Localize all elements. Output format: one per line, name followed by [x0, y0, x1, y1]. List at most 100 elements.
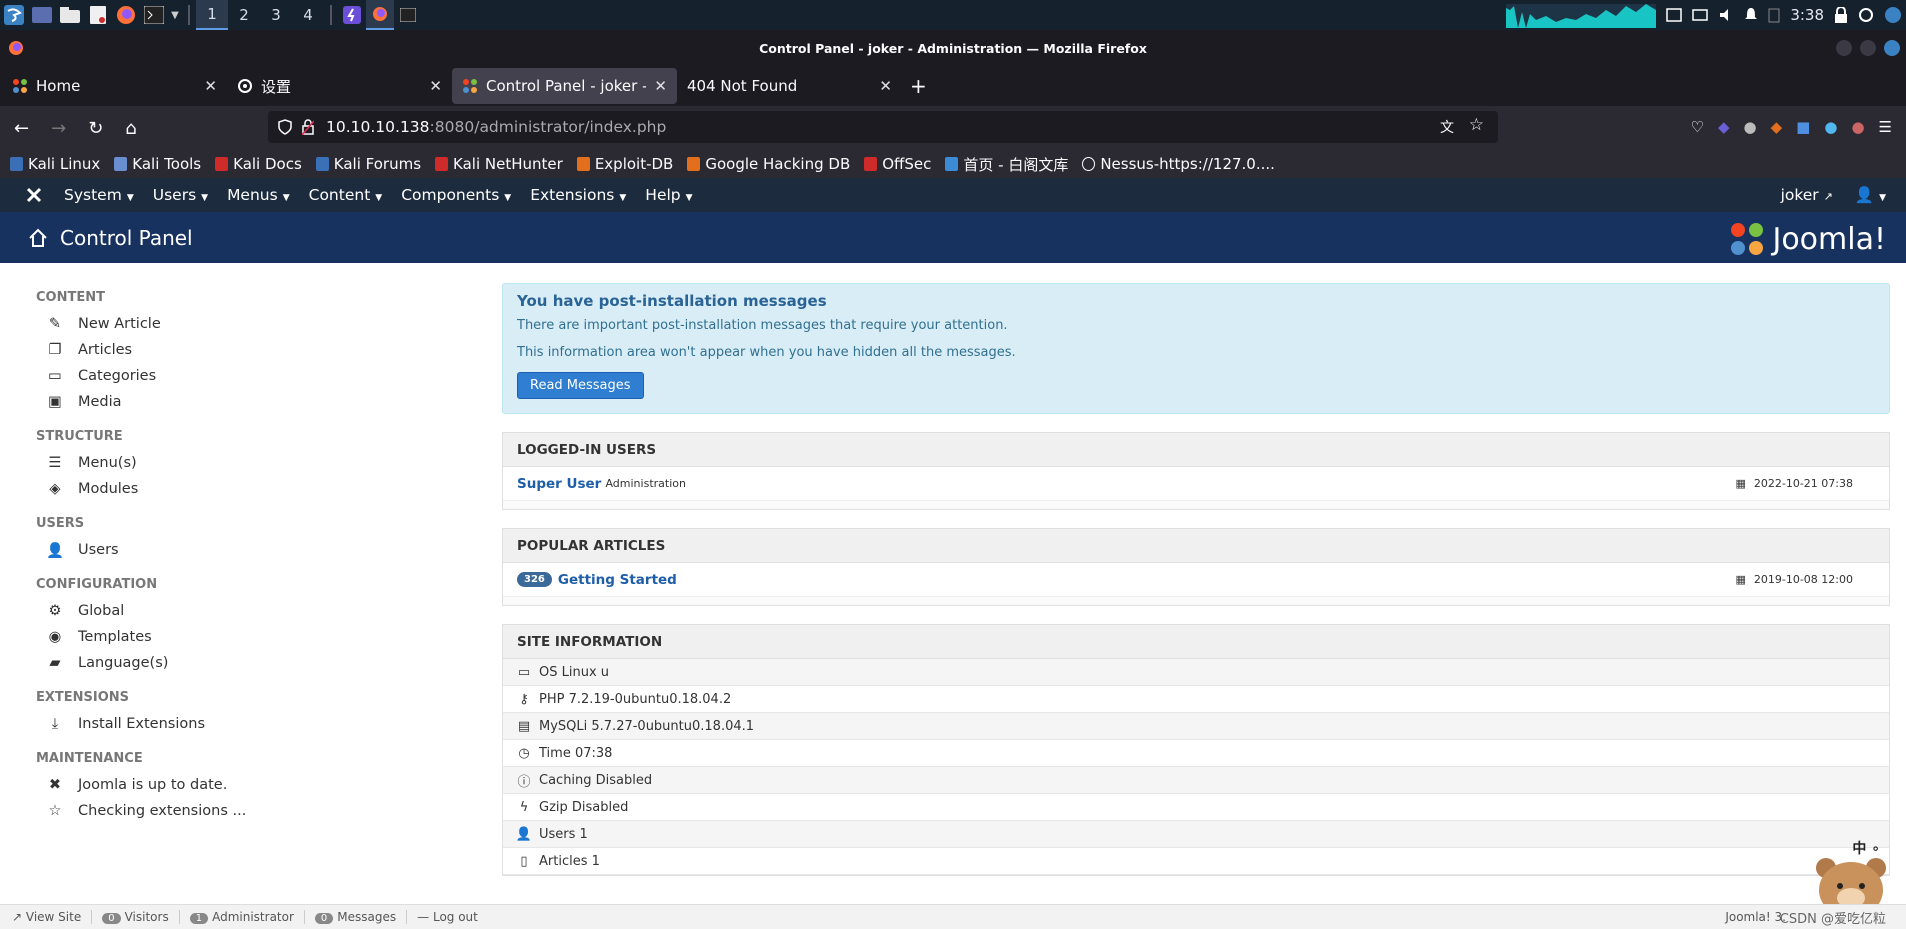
sidebar: CONTENT ✎ New Article ❐ Articles ▭ Categori…: [36, 280, 436, 824]
menu-system[interactable]: System ▼: [64, 186, 134, 204]
close-tab-icon[interactable]: ✕: [879, 77, 892, 95]
sidebar-item-joomla-update[interactable]: ✖ Joomla is up to date.: [36, 772, 436, 798]
insecure-lock-icon[interactable]: [302, 119, 314, 135]
menu-users[interactable]: Users ▼: [153, 186, 208, 204]
article-link[interactable]: Getting Started: [558, 572, 677, 588]
extension-6-icon[interactable]: ●: [1851, 118, 1864, 136]
bookmark-item[interactable]: Kali Tools: [114, 155, 201, 173]
extension-2-icon[interactable]: ●: [1744, 118, 1757, 136]
sidebar-item-new-article[interactable]: ✎ New Article: [36, 311, 436, 337]
new-tab-button[interactable]: +: [910, 74, 927, 98]
kali-menu-icon[interactable]: [0, 0, 28, 30]
window-icon[interactable]: [1666, 8, 1683, 22]
clock[interactable]: 3:38: [1790, 6, 1824, 24]
menu-extensions[interactable]: Extensions ▼: [530, 186, 626, 204]
text-editor-icon[interactable]: [84, 0, 112, 30]
bookmark-item[interactable]: Kali Forums: [315, 155, 421, 173]
sidebar-item-menus[interactable]: ☰ Menu(s): [36, 450, 436, 476]
tab-control-panel[interactable]: Control Panel - joker - Ad ✕: [452, 68, 677, 104]
visitors-link[interactable]: 0 Visitors: [102, 910, 169, 924]
close-tab-icon[interactable]: ✕: [204, 77, 217, 95]
sidebar-item-install-extensions[interactable]: ⤓ Install Extensions: [36, 711, 436, 737]
sidebar-item-media[interactable]: ▣ Media: [36, 389, 436, 415]
power-icon[interactable]: [1884, 6, 1902, 24]
terminal-window-icon[interactable]: [394, 0, 422, 30]
view-site-link[interactable]: ↗ View Site: [12, 910, 81, 924]
menu-content[interactable]: Content ▼: [309, 186, 383, 204]
bookmark-item[interactable]: Exploit-DB: [576, 155, 673, 173]
extension-4-icon[interactable]: ■: [1796, 118, 1810, 136]
workspace-1[interactable]: 1: [196, 0, 228, 30]
sidebar-item-global[interactable]: ⚙ Global: [36, 598, 436, 624]
pocket-icon[interactable]: ♡: [1691, 118, 1704, 136]
logout-link[interactable]: — Log out: [417, 910, 478, 924]
workspace-2[interactable]: 2: [228, 0, 260, 30]
desktop-icon[interactable]: [28, 0, 56, 30]
sidebar-item-languages[interactable]: ▰ Language(s): [36, 650, 436, 676]
sidebar-item-articles[interactable]: ❐ Articles: [36, 337, 436, 363]
navigation-toolbar: ← → ↻ ⌂ 10.10.10.138:8080/administrator/…: [0, 106, 1906, 150]
bookmark-item[interactable]: OffSec: [864, 155, 931, 173]
back-icon[interactable]: ←: [14, 118, 29, 139]
refresh-icon[interactable]: [1858, 7, 1874, 23]
url-bar[interactable]: 10.10.10.138:8080/administrator/index.ph…: [268, 111, 1498, 143]
bookmark-item[interactable]: Google Hacking DB: [687, 155, 850, 173]
cpu-graph-icon: [1506, 4, 1657, 28]
bookmark-favicon-icon: [687, 157, 701, 171]
firefox-window-icon[interactable]: [366, 0, 394, 30]
workspace-3[interactable]: 3: [260, 0, 292, 30]
joomla-logo-icon[interactable]: [26, 187, 42, 203]
hamburger-menu-icon[interactable]: ☰: [1879, 118, 1892, 136]
tab-404[interactable]: 404 Not Found ✕: [677, 68, 902, 104]
home-icon[interactable]: ⌂: [125, 118, 136, 139]
volume-icon[interactable]: [1718, 7, 1734, 23]
user-menu-icon[interactable]: 👤 ▼: [1855, 186, 1886, 204]
sidebar-item-checking-extensions[interactable]: ☆ Checking extensions ...: [36, 798, 436, 824]
tab-settings[interactable]: 设置 ✕: [227, 68, 452, 104]
extension-5-icon[interactable]: ●: [1824, 118, 1837, 136]
maximize-button[interactable]: [1860, 40, 1876, 56]
firefox-launcher-icon[interactable]: [112, 0, 140, 30]
star-icon[interactable]: ☆: [1469, 115, 1484, 135]
burp-app-icon[interactable]: [338, 0, 366, 30]
close-tab-icon[interactable]: ✕: [654, 77, 667, 95]
extension-3-icon[interactable]: ◆: [1771, 118, 1783, 136]
keyboard-icon[interactable]: [1692, 8, 1709, 22]
caret-down-icon: ▼: [375, 193, 383, 203]
read-messages-button[interactable]: Read Messages: [517, 372, 644, 399]
user-link[interactable]: joker ↗: [1781, 186, 1833, 204]
bookmark-item[interactable]: 首页 - 白阁文库: [945, 154, 1068, 175]
tab-home[interactable]: Home ✕: [2, 68, 227, 104]
translate-icon[interactable]: 文: [1440, 117, 1454, 137]
sidebar-item-categories[interactable]: ▭ Categories: [36, 363, 436, 389]
messages-link[interactable]: 0 Messages: [314, 910, 396, 924]
menu-menus[interactable]: Menus ▼: [227, 186, 290, 204]
sidebar-item-users[interactable]: 👤 Users: [36, 537, 436, 563]
bookmark-item[interactable]: Nessus-https://127.0....: [1082, 155, 1275, 173]
joomla-favicon-icon: [13, 79, 27, 93]
workspace-4[interactable]: 4: [292, 0, 324, 30]
external-link-icon: ↗: [1823, 190, 1833, 203]
menu-components[interactable]: Components ▼: [401, 186, 511, 204]
sidebar-item-modules[interactable]: ◈ Modules: [36, 476, 436, 502]
menu-help[interactable]: Help ▼: [645, 186, 692, 204]
user-link[interactable]: Super User: [517, 476, 601, 492]
chevron-down-icon[interactable]: ▼: [168, 0, 182, 30]
reload-icon[interactable]: ↻: [88, 118, 103, 139]
sidebar-item-templates[interactable]: ◉ Templates: [36, 624, 436, 650]
extension-1-icon[interactable]: ◆: [1718, 118, 1730, 136]
close-window-button[interactable]: [1884, 40, 1900, 56]
terminal-launcher-icon[interactable]: [140, 0, 168, 30]
popular-article-row: 326 Getting Started ▦ 2019-10-08 12:00: [503, 563, 1889, 597]
close-tab-icon[interactable]: ✕: [429, 77, 442, 95]
bookmark-item[interactable]: Kali Linux: [10, 155, 100, 173]
file-manager-icon[interactable]: [56, 0, 84, 30]
forward-icon[interactable]: →: [51, 118, 66, 139]
administrator-link[interactable]: 1 Administrator: [189, 910, 294, 924]
bell-icon[interactable]: [1744, 7, 1758, 23]
bookmark-item[interactable]: Kali Docs: [215, 155, 302, 173]
lock-icon[interactable]: [1834, 7, 1848, 23]
shield-icon[interactable]: [278, 119, 292, 135]
bookmark-item[interactable]: Kali NetHunter: [435, 155, 563, 173]
minimize-button[interactable]: [1836, 40, 1852, 56]
